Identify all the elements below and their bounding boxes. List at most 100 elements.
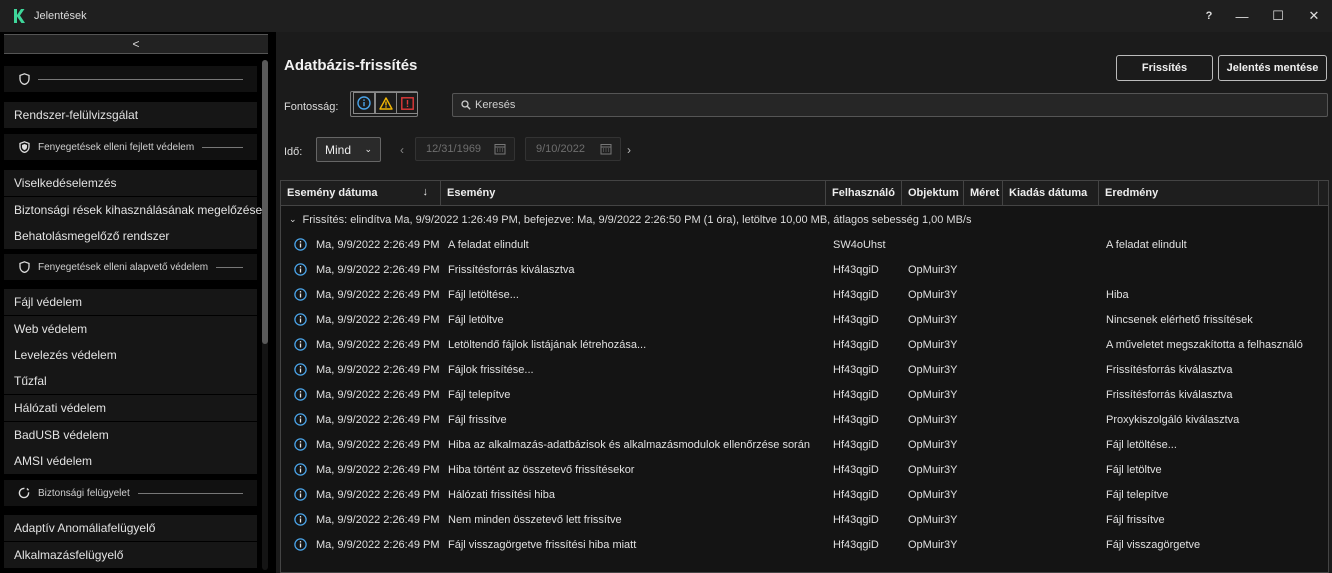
- cell-user: Hf43qgiD: [833, 313, 879, 326]
- sidebar-item-web-protection[interactable]: Web védelem: [4, 316, 257, 342]
- cell-event: Fájlok frissítése...: [448, 363, 534, 376]
- table-row[interactable]: Ma, 9/9/2022 2:26:49 PM Hiba történt az ö…: [281, 457, 1328, 482]
- cell-result: Proxykiszolgáló kiválasztva: [1106, 413, 1240, 426]
- table-row[interactable]: Ma, 9/9/2022 2:26:49 PM A feladat elindul…: [281, 232, 1328, 257]
- table-row[interactable]: Ma, 9/9/2022 2:26:49 PM Fájlok frissítése…: [281, 357, 1328, 382]
- cell-object: OpMuir3Y: [908, 363, 958, 376]
- date-to-value: 9/10/2022: [536, 143, 585, 155]
- cell-event: Fájl visszagörgetve frissítési hiba miat…: [448, 538, 637, 551]
- sidebar-item-network-protection[interactable]: Hálózati védelem: [4, 395, 257, 421]
- column-header-release-date[interactable]: Kiadás dátuma: [1003, 181, 1099, 205]
- cell-user: Hf43qgiD: [833, 538, 879, 551]
- sidebar-section-security-control: Biztonsági felügyelet: [4, 480, 257, 506]
- cell-user: Hf43qgiD: [833, 263, 879, 276]
- sidebar-item-firewall[interactable]: Tűzfal: [4, 368, 257, 394]
- warning-filter-toggle[interactable]: [375, 92, 397, 114]
- cell-object: OpMuir3Y: [908, 263, 958, 276]
- column-header-size[interactable]: Méret: [964, 181, 1003, 205]
- cell-result: Fájl telepítve: [1106, 488, 1169, 501]
- section-divider: [202, 146, 243, 148]
- table-row[interactable]: Ma, 9/9/2022 2:26:49 PM Letöltendő fájlok…: [281, 332, 1328, 357]
- time-range-select[interactable]: Mind ⌄: [316, 137, 381, 162]
- sidebar-item-system-audit[interactable]: Rendszer-felülvizsgálat: [4, 102, 257, 128]
- save-report-button[interactable]: Jelentés mentése: [1218, 55, 1327, 81]
- cell-date: Ma, 9/9/2022 2:26:49 PM: [316, 488, 440, 501]
- sidebar-scrollbar-thumb[interactable]: [262, 60, 268, 344]
- table-row[interactable]: Ma, 9/9/2022 2:26:49 PM Fájl letöltése...…: [281, 282, 1328, 307]
- column-header-date[interactable]: Esemény dátuma ↓: [281, 181, 441, 205]
- cell-event: Frissítésforrás kiválasztva: [448, 263, 575, 276]
- cell-object: OpMuir3Y: [908, 413, 958, 426]
- time-range-value: Mind: [325, 142, 352, 157]
- info-icon: [294, 363, 307, 376]
- sidebar-item-app-control[interactable]: Alkalmazásfelügyelő: [4, 542, 257, 568]
- cell-date: Ma, 9/9/2022 2:26:49 PM: [316, 363, 440, 376]
- page-title: Adatbázis-frissítés: [284, 57, 418, 74]
- info-icon: [294, 238, 307, 251]
- table-row[interactable]: Ma, 9/9/2022 2:26:49 PM Fájl letöltve Hf43…: [281, 307, 1328, 332]
- table-row[interactable]: Ma, 9/9/2022 2:26:49 PM Frissítésforrás k…: [281, 257, 1328, 282]
- cell-date: Ma, 9/9/2022 2:26:49 PM: [316, 463, 440, 476]
- search-input[interactable]: Keresés: [452, 93, 1328, 117]
- group-row[interactable]: ⌄ Frissítés: elindítva Ma, 9/9/2022 1:26…: [281, 207, 1328, 232]
- date-from-field[interactable]: 12/31/1969: [415, 137, 515, 161]
- critical-filter-toggle[interactable]: [396, 92, 418, 114]
- table-row[interactable]: Ma, 9/9/2022 2:26:49 PM Fájl telepítve Hf4…: [281, 382, 1328, 407]
- sidebar-item-behavior[interactable]: Viselkedéselemzés: [4, 170, 257, 196]
- sidebar-item-amsi[interactable]: AMSI védelem: [4, 448, 257, 474]
- cell-object: OpMuir3Y: [908, 463, 958, 476]
- cell-date: Ma, 9/9/2022 2:26:49 PM: [316, 538, 440, 551]
- time-label: Idő:: [284, 146, 303, 158]
- cell-event: Fájl telepítve: [448, 388, 511, 401]
- column-header-user[interactable]: Felhasználó: [826, 181, 902, 205]
- sidebar-item-file-protection[interactable]: Fájl védelem: [4, 289, 257, 315]
- sidebar-item-ips[interactable]: Behatolásmegelőző rendszer: [4, 223, 257, 249]
- cell-user: Hf43qgiD: [833, 288, 879, 301]
- cell-result: [1106, 257, 1326, 282]
- date-to-field[interactable]: 9/10/2022: [525, 137, 621, 161]
- table-row[interactable]: Ma, 9/9/2022 2:26:49 PM Hiba az alkalmazá…: [281, 432, 1328, 457]
- search-placeholder: Keresés: [475, 99, 516, 111]
- section-divider: [38, 78, 243, 80]
- chevron-down-icon[interactable]: ⌄: [289, 214, 297, 225]
- table-row[interactable]: Ma, 9/9/2022 2:26:49 PM Nem minden összet…: [281, 507, 1328, 532]
- column-header-object[interactable]: Objektum: [902, 181, 964, 205]
- info-icon: [294, 263, 307, 276]
- column-header-event[interactable]: Esemény: [441, 181, 826, 205]
- info-filter-toggle[interactable]: [353, 92, 375, 114]
- cell-result: A műveletet megszakította a felhasználó: [1106, 338, 1303, 351]
- group-summary: Frissítés: elindítva Ma, 9/9/2022 1:26:4…: [302, 213, 972, 226]
- date-next-arrow[interactable]: ›: [627, 143, 631, 157]
- sidebar-item-mail-protection[interactable]: Levelezés védelem: [4, 342, 257, 368]
- sidebar-section-label: Fenyegetések elleni alapvető védelem: [38, 261, 209, 273]
- cell-object: OpMuir3Y: [908, 513, 958, 526]
- info-icon: [357, 96, 371, 110]
- cell-event: Fájl letöltve: [448, 313, 504, 326]
- date-prev-arrow[interactable]: ‹: [400, 143, 404, 157]
- table-row[interactable]: Ma, 9/9/2022 2:26:49 PM Fájl frissítve Hf4…: [281, 407, 1328, 432]
- sidebar-item-badusb[interactable]: BadUSB védelem: [4, 422, 257, 448]
- table-row[interactable]: Ma, 9/9/2022 2:26:49 PM Fájl visszagörget…: [281, 532, 1328, 557]
- refresh-button[interactable]: Frissítés: [1116, 55, 1213, 81]
- section-divider: [216, 266, 243, 268]
- sidebar-collapse-button[interactable]: <: [4, 34, 268, 54]
- cell-user: Hf43qgiD: [833, 438, 879, 451]
- cell-user: Hf43qgiD: [833, 488, 879, 501]
- cell-result: Fájl frissítve: [1106, 513, 1165, 526]
- maximize-button[interactable]: ☐: [1260, 0, 1296, 32]
- help-button[interactable]: ?: [1194, 0, 1224, 32]
- table-row[interactable]: Ma, 9/9/2022 2:26:49 PM Hálózati frissíté…: [281, 482, 1328, 507]
- kaspersky-logo-icon: [13, 9, 25, 23]
- importance-label: Fontosság:: [284, 101, 339, 113]
- sidebar-item-anomaly[interactable]: Adaptív Anomáliafelügyelő: [4, 515, 257, 541]
- info-icon: [294, 288, 307, 301]
- cell-event: Nem minden összetevő lett frissítve: [448, 513, 622, 526]
- cell-user: Hf43qgiD: [833, 463, 879, 476]
- cell-date: Ma, 9/9/2022 2:26:49 PM: [316, 238, 440, 251]
- close-button[interactable]: ✕: [1296, 0, 1332, 32]
- cell-event: Fájl frissítve: [448, 413, 507, 426]
- cell-date: Ma, 9/9/2022 2:26:49 PM: [316, 338, 440, 351]
- sidebar-item-exploit[interactable]: Biztonsági rések kihasználásának megelőz…: [4, 197, 262, 223]
- minimize-button[interactable]: —: [1224, 0, 1260, 32]
- column-header-result[interactable]: Eredmény: [1099, 181, 1319, 205]
